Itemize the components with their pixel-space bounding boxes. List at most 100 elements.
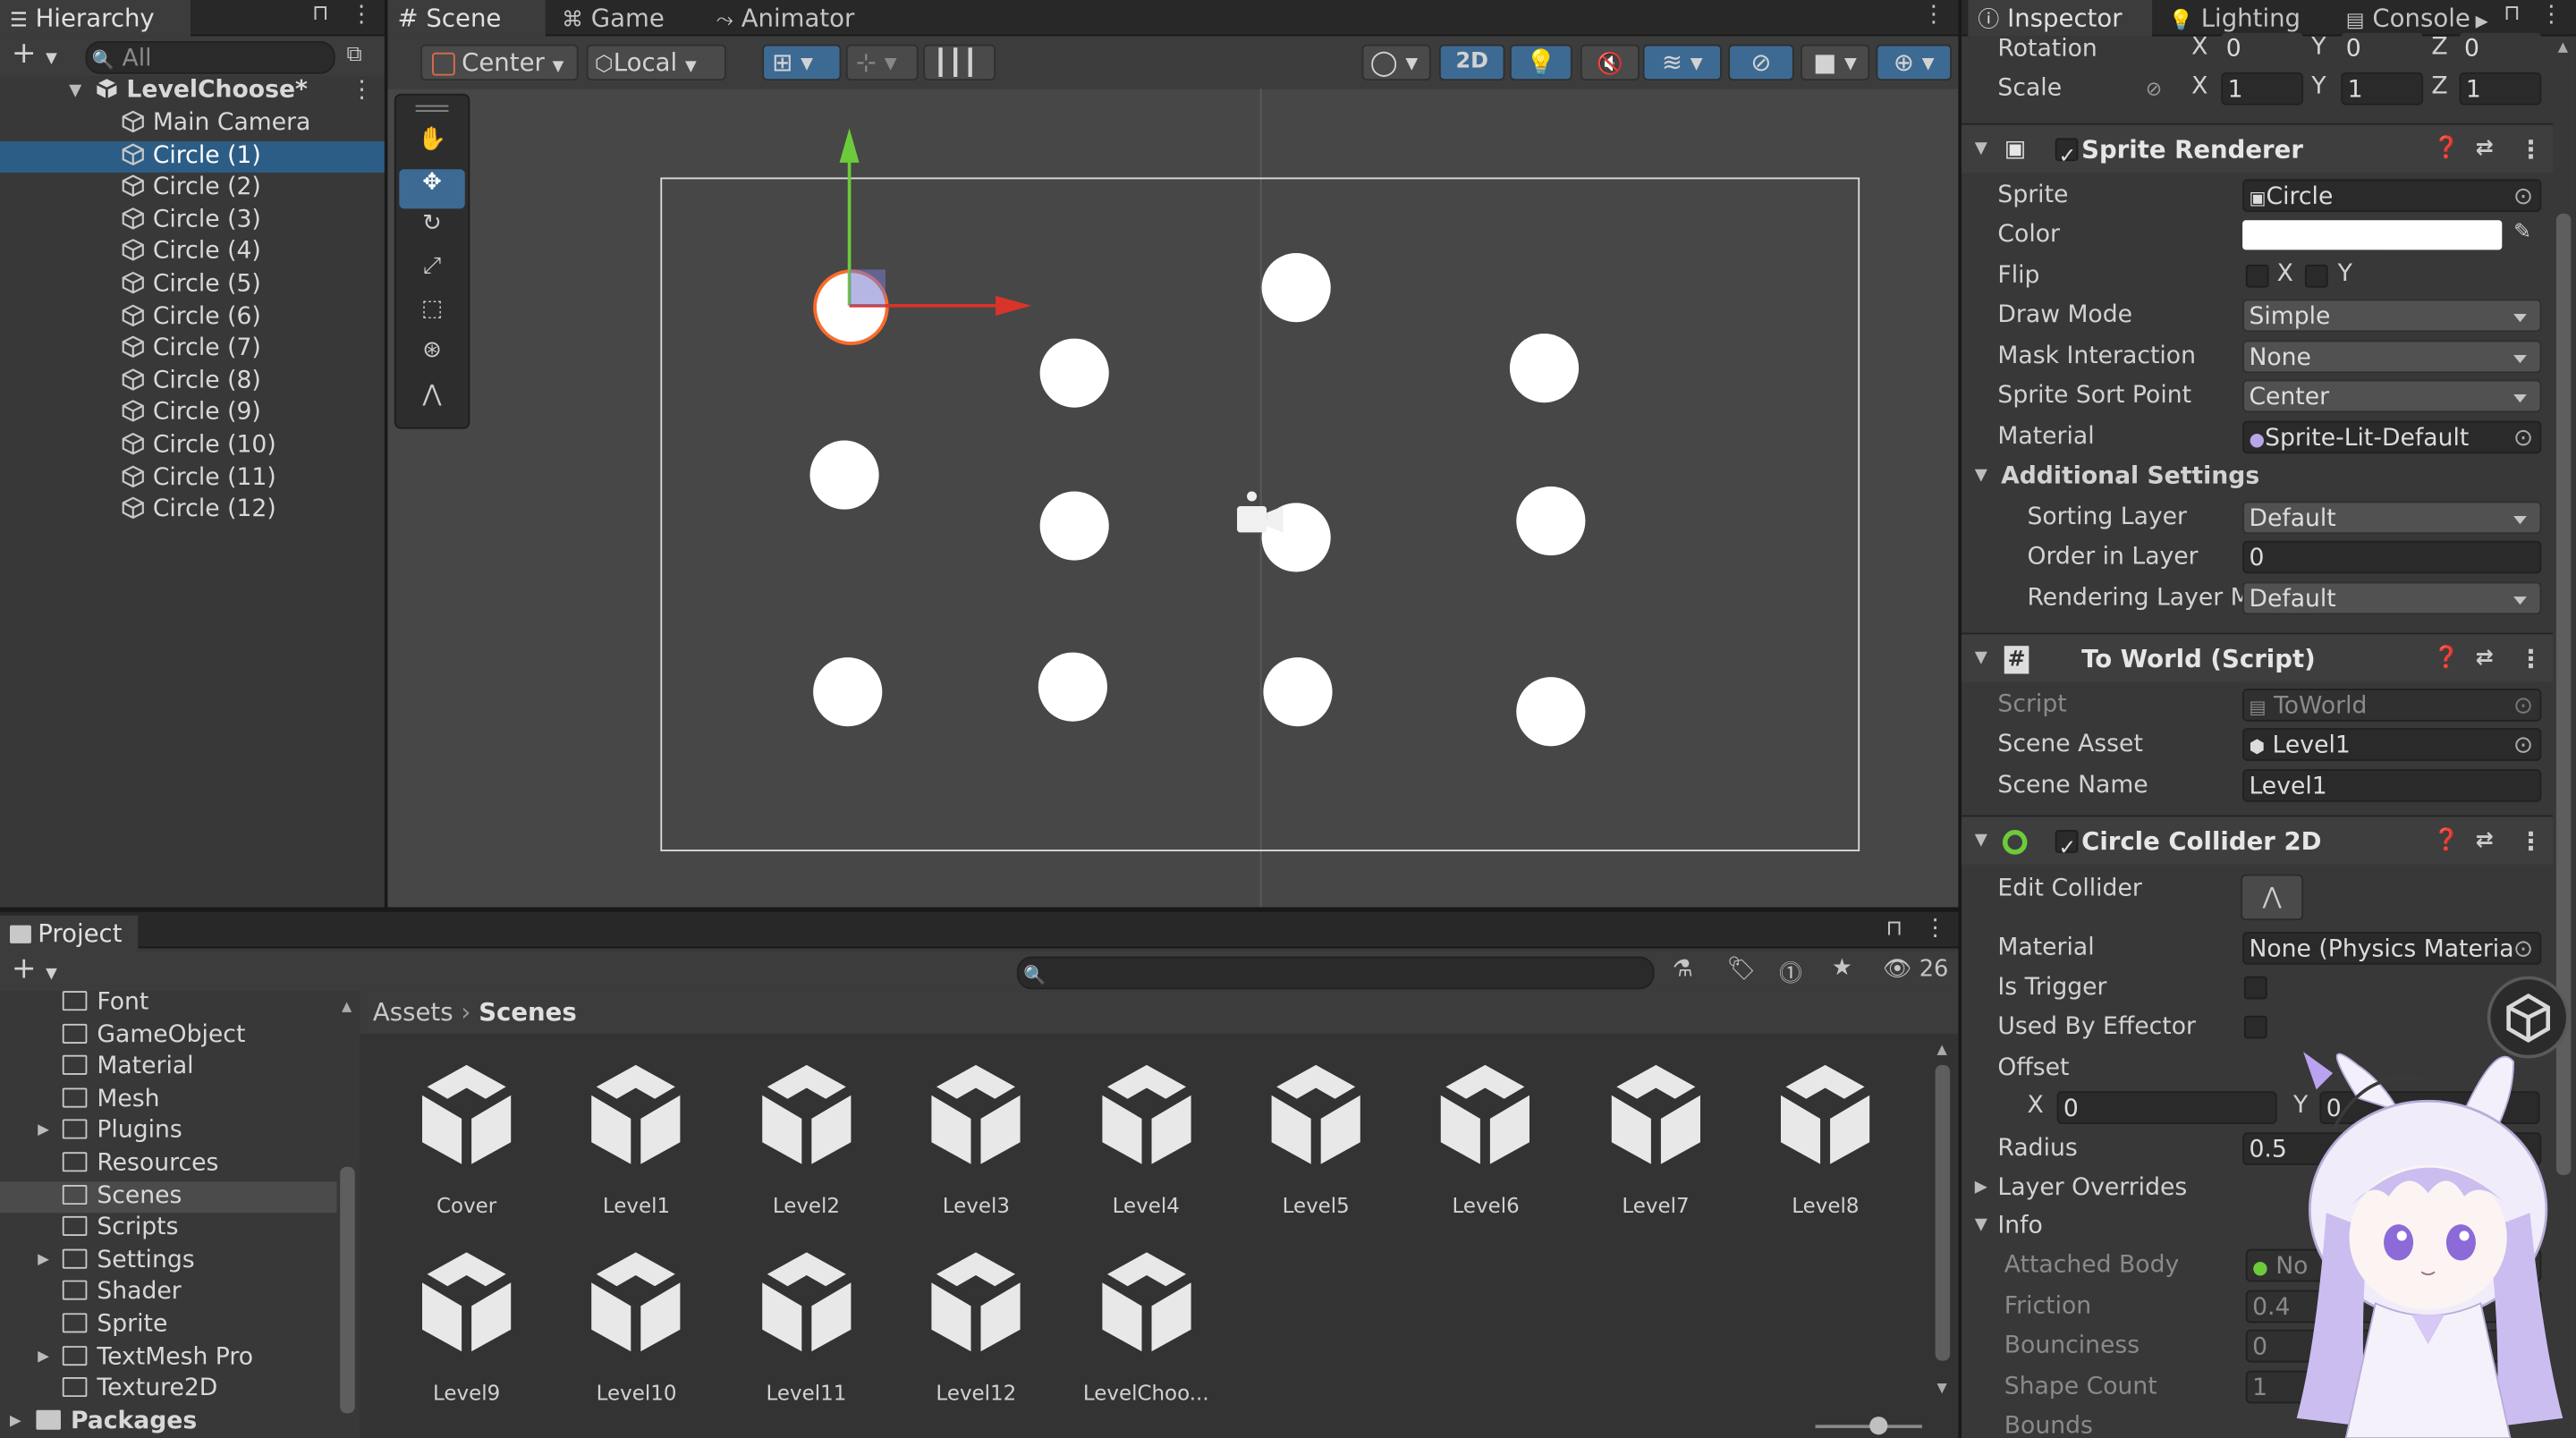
scene-asset-item[interactable]: Level8 bbox=[1743, 1058, 1908, 1218]
zoom-slider-handle[interactable] bbox=[1869, 1417, 1888, 1435]
folder-item[interactable]: GameObject bbox=[0, 1019, 337, 1052]
tab-game[interactable]: ⌘ Game bbox=[552, 0, 699, 36]
inspector-lock-icon[interactable]: ⊓ bbox=[2504, 2, 2521, 27]
collider-enabled-checkbox[interactable] bbox=[2055, 825, 2079, 875]
presets-icon[interactable]: ⇄ bbox=[2476, 816, 2494, 866]
kebab-menu-icon[interactable]: ⋮ bbox=[350, 2, 373, 28]
search-options-icon[interactable]: ⧉ bbox=[347, 43, 362, 68]
lighting-toggle[interactable]: 💡 bbox=[1509, 44, 1572, 81]
rotation-z-field[interactable]: 0 bbox=[2459, 32, 2542, 66]
hierarchy-search-input[interactable]: 🔍 All bbox=[85, 40, 335, 74]
pivot-center-dropdown[interactable]: Center ▼ bbox=[420, 44, 579, 81]
edit-collider-button[interactable]: ⋀ bbox=[2241, 874, 2304, 921]
circle-12[interactable] bbox=[1516, 677, 1586, 747]
space-local-dropdown[interactable]: ⬡Local ▼ bbox=[586, 44, 726, 81]
breadcrumb-assets[interactable]: Assets bbox=[373, 997, 453, 1027]
mode-2d-button[interactable]: 2D bbox=[1438, 44, 1505, 81]
physics-material-field[interactable]: None (Physics Materia ⊙ bbox=[2242, 931, 2542, 965]
folder-item[interactable]: ▶ TextMesh Pro bbox=[0, 1342, 337, 1375]
circle-9[interactable] bbox=[813, 657, 883, 727]
inspector-kebab-icon[interactable]: ⋮ bbox=[2540, 2, 2563, 28]
project-search-input[interactable]: 🔍 bbox=[1016, 956, 1655, 990]
component-menu-icon[interactable]: ⋮ bbox=[2519, 634, 2544, 683]
circle-10[interactable] bbox=[1038, 652, 1107, 722]
folder-item[interactable]: ▶ Plugins bbox=[0, 1117, 337, 1149]
scene-asset-item[interactable]: Cover bbox=[385, 1058, 549, 1218]
material-field[interactable]: ●Sprite-Lit-Default ⊙ bbox=[2242, 420, 2542, 454]
tab-project[interactable]: Project bbox=[0, 915, 139, 952]
move-tool[interactable]: ✥ bbox=[399, 169, 465, 209]
scene-viewport[interactable] bbox=[387, 89, 1959, 908]
folder-item[interactable]: Mesh bbox=[0, 1085, 337, 1117]
scene-asset-item[interactable]: Level7 bbox=[1573, 1058, 1738, 1218]
scene-asset-item[interactable]: Level6 bbox=[1403, 1058, 1568, 1218]
asset-scrollbar[interactable] bbox=[1935, 1064, 1951, 1361]
object-picker-icon[interactable]: ⊙ bbox=[2513, 730, 2533, 759]
camera-dropdown[interactable]: ■ ▾ bbox=[1801, 44, 1870, 81]
object-picker-icon[interactable]: ⊙ bbox=[2512, 933, 2534, 963]
tab-scene[interactable]: # Scene bbox=[387, 0, 546, 37]
hierarchy-item[interactable]: Circle (1) bbox=[0, 140, 385, 173]
scale-x-field[interactable]: 1 bbox=[2221, 72, 2304, 106]
hierarchy-item[interactable]: Circle (3) bbox=[0, 205, 385, 237]
increment-snap-button[interactable]: ⊹ ▾ bbox=[845, 44, 919, 81]
create-asset-button[interactable]: + ▼ bbox=[12, 952, 57, 986]
favorite-star-icon[interactable]: ★ bbox=[1832, 955, 1852, 981]
grid-snap-button[interactable]: ⊞ ▾ bbox=[762, 44, 842, 81]
add-object-button[interactable]: + ▼ bbox=[12, 36, 57, 71]
scene-asset-item[interactable]: LevelChoo... bbox=[1063, 1246, 1228, 1405]
draw-mode-dropdown[interactable]: Simple bbox=[2242, 299, 2542, 333]
additional-settings-foldout[interactable]: ▼ Additional Settings bbox=[1962, 457, 2553, 496]
eyedropper-icon[interactable]: ✎ bbox=[2513, 220, 2531, 245]
hand-tool[interactable]: ✋ bbox=[399, 127, 464, 166]
circle-8[interactable] bbox=[1516, 486, 1586, 556]
rotate-tool[interactable]: ↻ bbox=[399, 210, 464, 250]
color-swatch[interactable] bbox=[2242, 220, 2503, 250]
circle-collider-header[interactable]: ▼ Circle Collider 2D ❓ ⇄ ⋮ bbox=[1962, 815, 2554, 875]
rect-tool[interactable]: ⬚ bbox=[399, 296, 464, 335]
scene-name-field[interactable]: Level1 bbox=[2242, 769, 2542, 802]
collapse-arrow-icon[interactable]: ▼ bbox=[1975, 634, 1987, 683]
scene-asset-item[interactable]: Level10 bbox=[555, 1246, 719, 1405]
scene-kebab-icon[interactable]: ⋮ bbox=[1922, 2, 1945, 28]
order-in-layer-field[interactable]: 0 bbox=[2242, 540, 2542, 574]
collapse-arrow-icon[interactable]: ▼ bbox=[1975, 816, 1987, 866]
collapse-arrow-icon[interactable]: ▼ bbox=[1975, 125, 1987, 174]
audio-toggle[interactable]: 🔇 bbox=[1580, 44, 1640, 81]
constrain-proportions-icon[interactable]: ⊘ bbox=[2146, 69, 2162, 108]
effects-dropdown[interactable]: ≋ ▾ bbox=[1642, 44, 1722, 81]
used-by-effector-checkbox[interactable] bbox=[2243, 1015, 2267, 1039]
hierarchy-item[interactable]: Circle (6) bbox=[0, 301, 385, 334]
sprite-field[interactable]: ▣Circle ⊙ bbox=[2242, 179, 2542, 213]
presets-icon[interactable]: ⇄ bbox=[2476, 125, 2494, 174]
scale-tool[interactable]: ⤢ bbox=[399, 253, 464, 292]
project-lock-icon[interactable]: ⊓ bbox=[1886, 917, 1903, 942]
hierarchy-item[interactable]: Circle (11) bbox=[0, 462, 385, 495]
folder-scrollbar[interactable] bbox=[340, 1166, 355, 1414]
asset-scroll-down-icon[interactable]: ▼ bbox=[1936, 1381, 1946, 1396]
folder-item[interactable]: Resources bbox=[0, 1149, 337, 1181]
presets-icon[interactable]: ⇄ bbox=[2476, 634, 2494, 683]
scene-asset-item[interactable]: Level2 bbox=[724, 1058, 889, 1218]
help-icon[interactable]: ❓ bbox=[2433, 125, 2460, 174]
hierarchy-item[interactable]: Circle (2) bbox=[0, 173, 385, 205]
component-menu-icon[interactable]: ⋮ bbox=[2519, 816, 2544, 866]
folder-item[interactable]: ▶ Settings bbox=[0, 1246, 337, 1278]
hierarchy-item[interactable]: Circle (8) bbox=[0, 366, 385, 398]
folder-item[interactable]: Scripts bbox=[0, 1214, 337, 1246]
tab-hierarchy[interactable]: ☰ Hierarchy bbox=[0, 0, 191, 37]
rotation-x-field[interactable]: 0 bbox=[2221, 32, 2304, 66]
folder-item[interactable]: Sprite bbox=[0, 1310, 337, 1342]
object-picker-icon[interactable]: ⊙ bbox=[2513, 181, 2533, 210]
hierarchy-item[interactable]: Circle (7) bbox=[0, 334, 385, 366]
lock-icon[interactable]: ⊓ bbox=[312, 2, 329, 27]
asset-scroll-up-icon[interactable]: ▲ bbox=[1936, 1042, 1946, 1057]
mask-interaction-dropdown[interactable]: None bbox=[2242, 340, 2542, 374]
expand-arrow-icon[interactable]: ▶ bbox=[38, 1117, 49, 1149]
inspector-scroll-up-icon[interactable]: ▲ bbox=[2558, 39, 2568, 55]
hierarchy-item[interactable]: Circle (9) bbox=[0, 398, 385, 430]
circle-11[interactable] bbox=[1263, 657, 1333, 727]
rendering-layer-dropdown[interactable]: Default bbox=[2242, 581, 2542, 615]
circle-2[interactable] bbox=[1261, 253, 1331, 323]
hierarchy-item[interactable]: Main Camera bbox=[0, 108, 385, 140]
